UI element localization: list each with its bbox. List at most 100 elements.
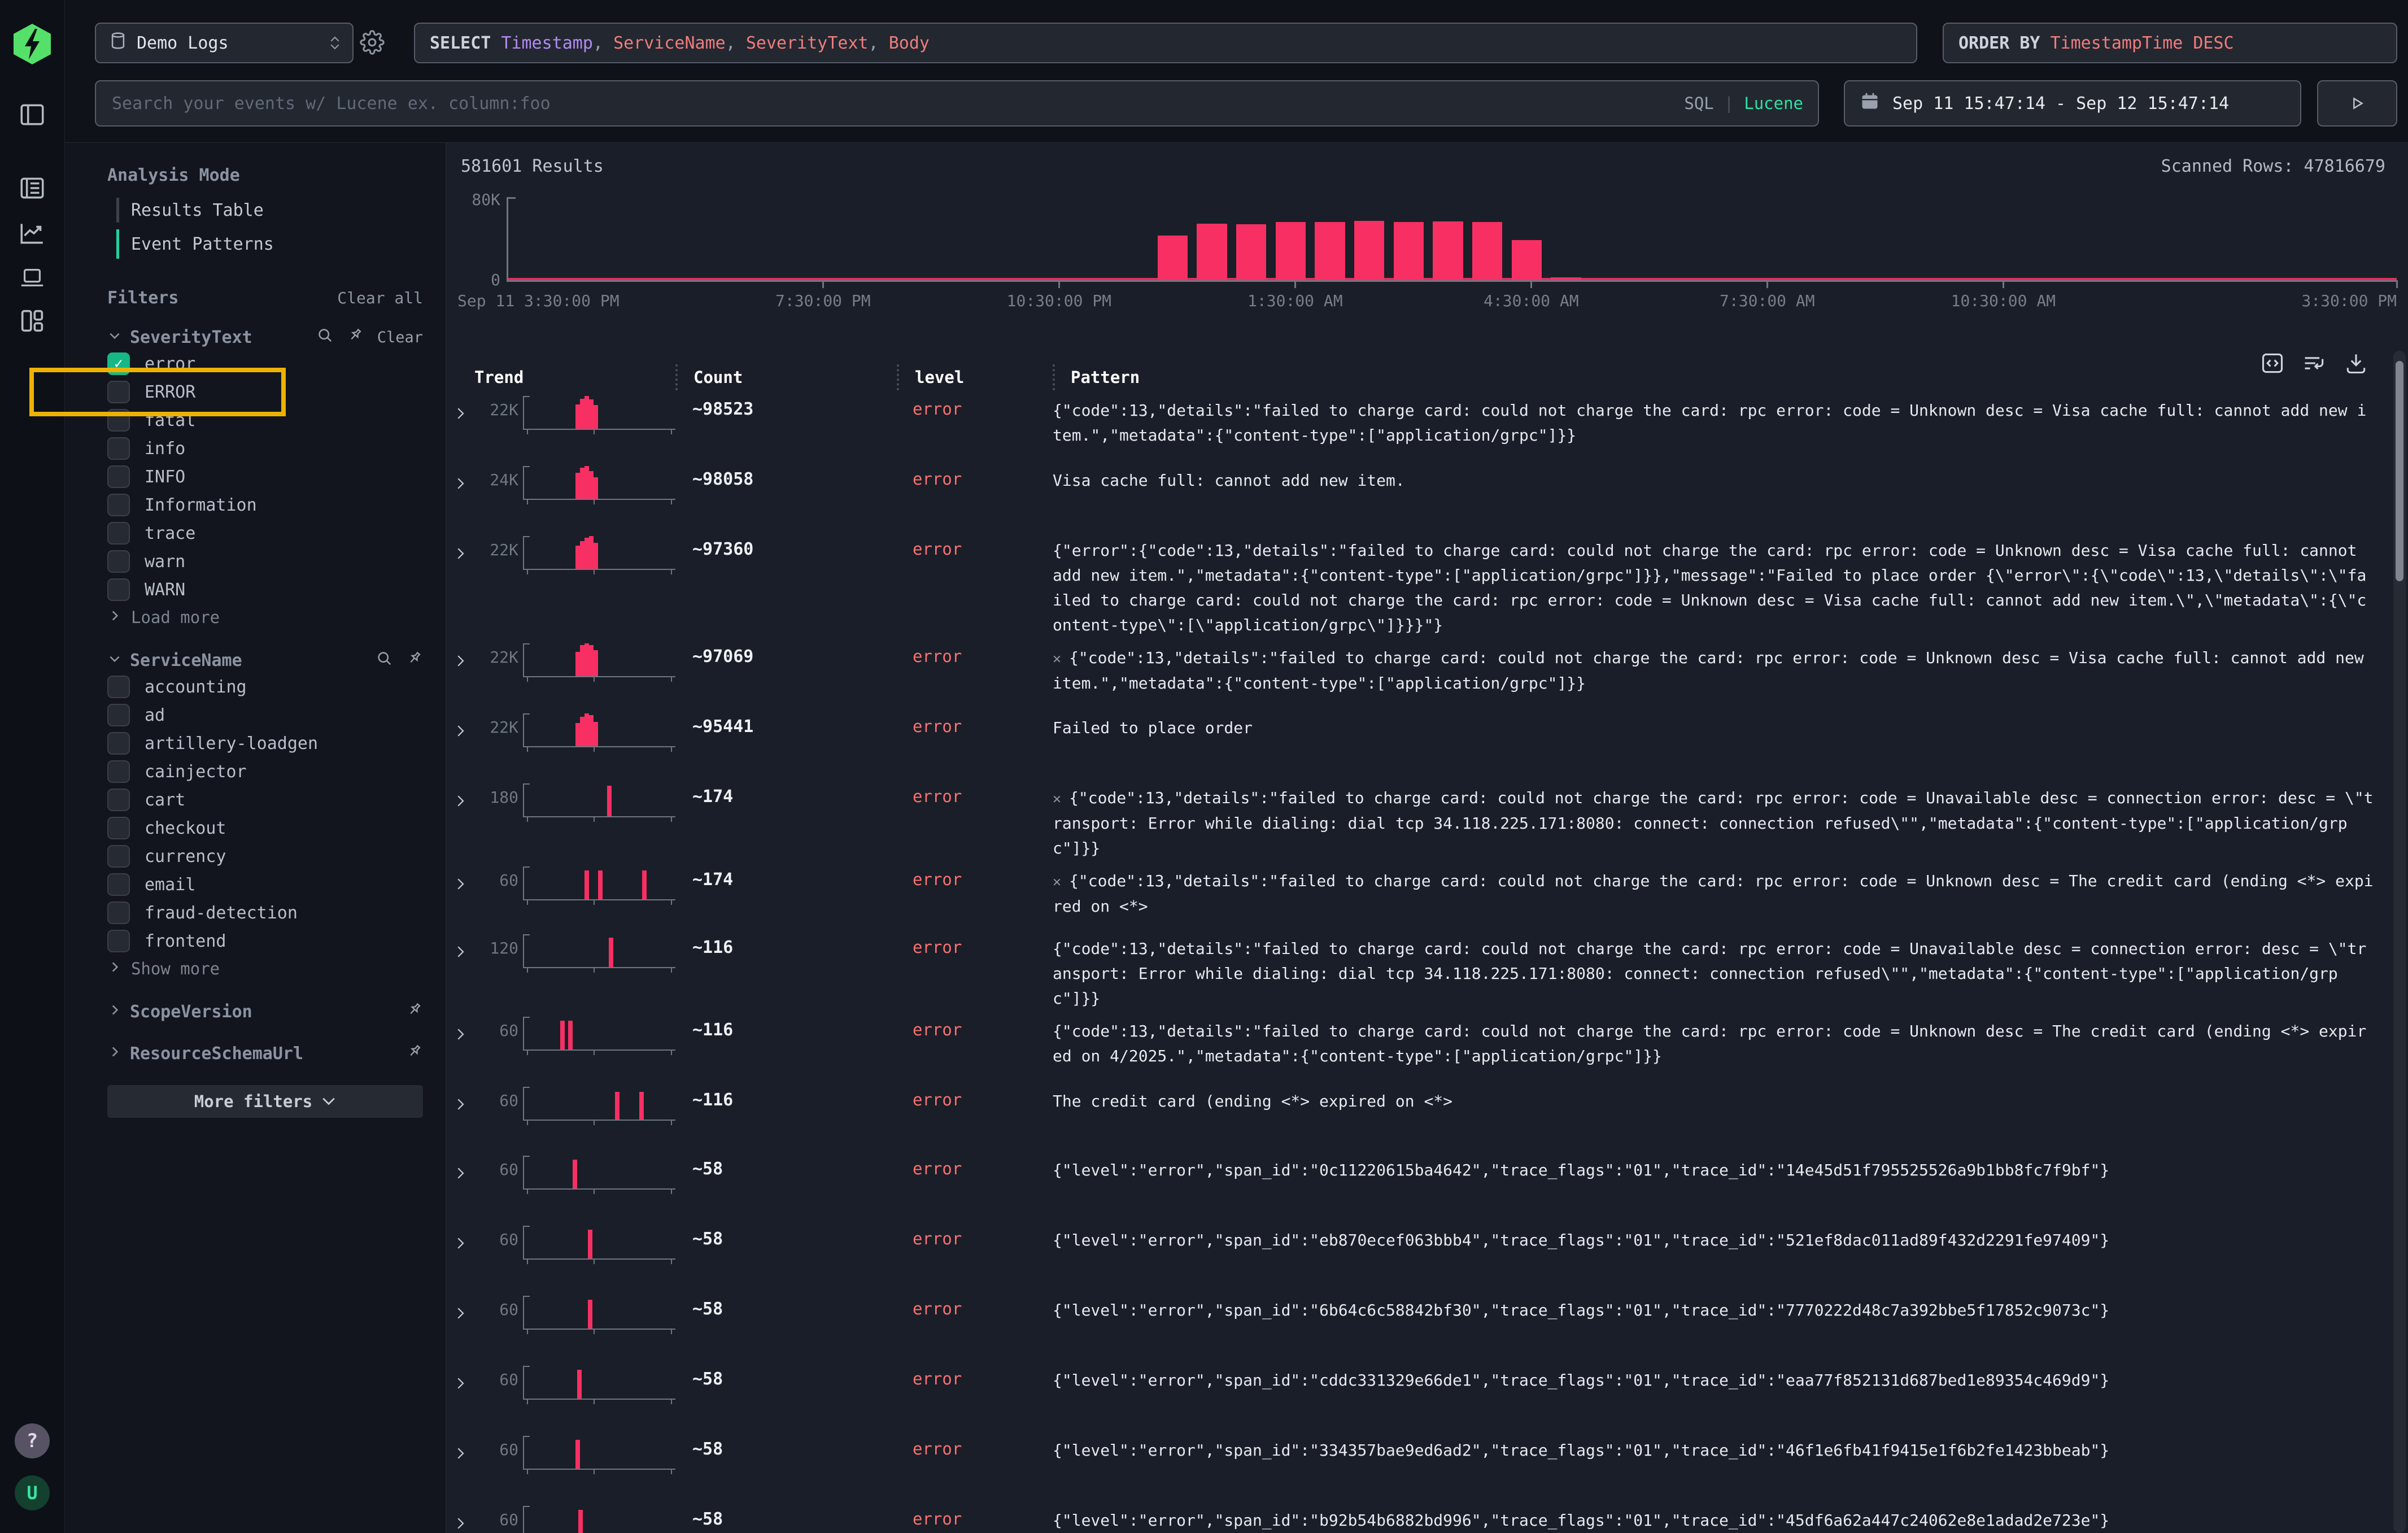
checkbox[interactable]: ✓	[107, 550, 130, 573]
row-expander[interactable]	[446, 929, 481, 963]
checkbox[interactable]: ✓	[107, 704, 130, 726]
filter-option-fraud-detection[interactable]: ✓fraud-detection	[107, 899, 423, 927]
filter-option-checkout[interactable]: ✓checkout	[107, 814, 423, 842]
pin-icon[interactable]	[406, 650, 423, 671]
dismiss-x-icon[interactable]: ✕	[1053, 650, 1061, 667]
row-expander[interactable]	[446, 390, 481, 424]
filter-option-currency[interactable]: ✓currency	[107, 842, 423, 870]
checkbox[interactable]: ✓	[107, 930, 130, 952]
scrollbar-thumb[interactable]	[2396, 361, 2403, 581]
hyperdx-logo-icon[interactable]	[14, 24, 51, 64]
table-row[interactable]: 180~174error✕{"code":13,"details":"faile…	[446, 778, 2385, 861]
analysis-mode-event-patterns[interactable]: Event Patterns	[107, 226, 423, 262]
dismiss-x-icon[interactable]: ✕	[1053, 790, 1061, 807]
select-query-input[interactable]: SELECT Timestamp, ServiceName, SeverityT…	[414, 23, 1917, 63]
filter-option-warn[interactable]: ✓warn	[107, 547, 423, 576]
filter-option-ad[interactable]: ✓ad	[107, 701, 423, 729]
table-row[interactable]: 60~58error{"level":"error","span_id":"cd…	[446, 1360, 2385, 1430]
row-expander[interactable]	[446, 861, 481, 895]
filter-option-WARN[interactable]: ✓WARN	[107, 576, 423, 604]
search-logs-icon[interactable]	[16, 174, 49, 202]
pin-icon[interactable]	[406, 1001, 423, 1022]
filter-group-ResourceSchemaUrl[interactable]: ResourceSchemaUrl	[107, 1041, 423, 1066]
filter-option-ERROR[interactable]: ✓ERROR	[107, 378, 423, 406]
source-select[interactable]: Demo Logs	[95, 23, 354, 63]
filter-option-trace[interactable]: ✓trace	[107, 519, 423, 547]
checkbox[interactable]: ✓	[107, 901, 130, 924]
row-expander[interactable]	[446, 638, 481, 672]
checkbox[interactable]: ✓	[107, 522, 130, 545]
mode-sql[interactable]: SQL	[1684, 94, 1713, 113]
filter-option-artillery-loadgen[interactable]: ✓artillery-loadgen	[107, 729, 423, 757]
search-icon[interactable]	[376, 650, 392, 671]
filter-option-accounting[interactable]: ✓accounting	[107, 673, 423, 701]
table-row[interactable]: 60~58error{"level":"error","span_id":"eb…	[446, 1220, 2385, 1290]
row-expander[interactable]	[446, 1220, 481, 1254]
gear-icon[interactable]	[360, 29, 385, 58]
checkbox[interactable]: ✓	[107, 465, 130, 488]
table-row[interactable]: 60~58error{"level":"error","span_id":"6b…	[446, 1290, 2385, 1360]
filter-group-SeverityText[interactable]: SeverityTextClear	[107, 325, 423, 350]
dashboards-icon[interactable]	[16, 306, 49, 336]
filter-option-error[interactable]: ✓error	[107, 350, 423, 378]
table-row[interactable]: 22K~98523error{"code":13,"details":"fail…	[446, 390, 2385, 460]
row-expander[interactable]	[446, 1500, 481, 1533]
more-filters-button[interactable]: More filters	[107, 1085, 423, 1118]
row-expander[interactable]	[446, 1360, 481, 1394]
checkbox[interactable]: ✓	[107, 578, 130, 601]
run-query-button[interactable]	[2317, 80, 2397, 127]
search-input[interactable]	[111, 93, 1684, 114]
analysis-mode-results-table[interactable]: Results Table	[107, 194, 423, 226]
table-row[interactable]: 60~116errorThe credit card (ending <*> e…	[446, 1081, 2385, 1150]
column-header-count[interactable]: Count	[675, 364, 897, 390]
chart-explorer-icon[interactable]	[16, 219, 49, 247]
orderby-input[interactable]: ORDER BY TimestampTime DESC	[1943, 23, 2397, 63]
row-expander[interactable]	[446, 1290, 481, 1324]
checkbox[interactable]: ✓	[107, 437, 130, 460]
checkbox[interactable]: ✓	[107, 381, 130, 403]
sidebar-toggle-icon[interactable]	[16, 101, 49, 129]
filter-option-email[interactable]: ✓email	[107, 870, 423, 899]
checkbox[interactable]: ✓	[107, 873, 130, 896]
row-expander[interactable]	[446, 460, 481, 494]
filter-group-ScopeVersion[interactable]: ScopeVersion	[107, 999, 423, 1024]
vertical-scrollbar[interactable]	[2393, 351, 2406, 1533]
load-more-link[interactable]: Show more	[107, 955, 423, 982]
table-row[interactable]: 60~58error{"level":"error","span_id":"33…	[446, 1430, 2385, 1500]
clear-all-filters[interactable]: Clear all	[337, 289, 423, 307]
pin-icon[interactable]	[347, 326, 364, 348]
clear-filter-button[interactable]: Clear	[377, 329, 423, 346]
dismiss-x-icon[interactable]: ✕	[1053, 873, 1061, 890]
row-expander[interactable]	[446, 708, 481, 742]
row-expander[interactable]	[446, 1011, 481, 1045]
filter-group-ServiceName[interactable]: ServiceName	[107, 648, 423, 673]
table-row[interactable]: 60~58error{"level":"error","span_id":"0c…	[446, 1150, 2385, 1220]
sessions-icon[interactable]	[16, 264, 49, 290]
table-row[interactable]: 22K~97360error{"error":{"code":13,"detai…	[446, 530, 2385, 638]
column-header-pattern[interactable]: Pattern	[1053, 364, 2385, 390]
row-expander[interactable]	[446, 1081, 481, 1115]
column-header-level[interactable]: level	[897, 364, 1053, 390]
checkbox[interactable]: ✓	[107, 352, 130, 375]
checkbox[interactable]: ✓	[107, 732, 130, 755]
table-row[interactable]: 24K~98058errorVisa cache full: cannot ad…	[446, 460, 2385, 530]
checkbox[interactable]: ✓	[107, 845, 130, 868]
user-avatar[interactable]: U	[15, 1475, 50, 1510]
checkbox[interactable]: ✓	[107, 409, 130, 432]
row-expander[interactable]	[446, 1430, 481, 1464]
table-row[interactable]: 22K~95441errorFailed to place order	[446, 708, 2385, 778]
filter-option-fatal[interactable]: ✓fatal	[107, 406, 423, 434]
table-row[interactable]: 60~174error✕{"code":13,"details":"failed…	[446, 861, 2385, 929]
column-header-trend[interactable]: Trend	[446, 364, 675, 390]
filter-option-frontend[interactable]: ✓frontend	[107, 927, 423, 955]
time-range-picker[interactable]: Sep 11 15:47:14 - Sep 12 15:47:14	[1844, 80, 2301, 127]
checkbox[interactable]: ✓	[107, 760, 130, 783]
checkbox[interactable]: ✓	[107, 494, 130, 516]
help-button[interactable]: ?	[15, 1423, 50, 1458]
table-row[interactable]: 22K~97069error✕{"code":13,"details":"fai…	[446, 638, 2385, 708]
row-expander[interactable]	[446, 530, 481, 564]
filter-option-Information[interactable]: ✓Information	[107, 491, 423, 519]
filter-option-cainjector[interactable]: ✓cainjector	[107, 757, 423, 786]
checkbox[interactable]: ✓	[107, 789, 130, 811]
checkbox[interactable]: ✓	[107, 676, 130, 698]
